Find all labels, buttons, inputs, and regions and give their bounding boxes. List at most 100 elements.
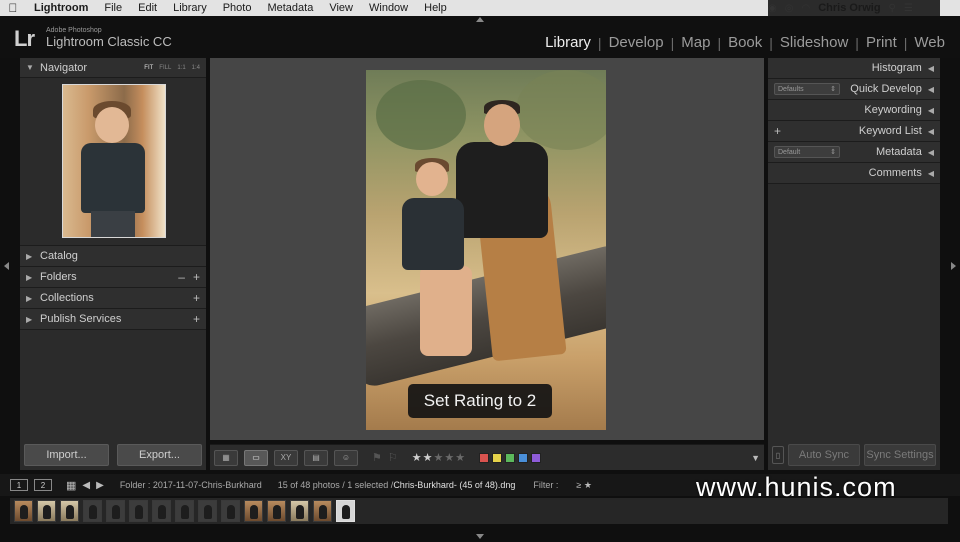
grid-icon[interactable]: ▦ [66, 479, 76, 492]
menu-metadata[interactable]: Metadata [259, 2, 321, 14]
color-labels [479, 452, 542, 463]
add-keyword-icon[interactable]: + [774, 124, 781, 138]
reject-flag-icon[interactable]: ⚐ [388, 451, 398, 464]
sync-settings-button[interactable]: Sync Settings [864, 444, 936, 466]
panel-folders[interactable]: ▶ Folders – + [20, 267, 206, 288]
filmstrip-thumb[interactable] [290, 500, 309, 522]
filmstrip-thumb[interactable] [14, 500, 33, 522]
forward-arrow-icon[interactable]: ▶ [96, 480, 104, 491]
label-purple[interactable] [531, 452, 542, 463]
panel-collections[interactable]: ▶ Collections + [20, 288, 206, 309]
add-collection-icon[interactable]: + [193, 291, 200, 305]
pick-flag-icon[interactable]: ⚑ [372, 451, 382, 464]
add-publish-service-icon[interactable]: + [193, 312, 200, 326]
panel-comments[interactable]: Comments ◀ [768, 163, 940, 184]
apple-menu-icon[interactable]:  [0, 1, 26, 15]
star-3[interactable]: ★ [434, 451, 444, 464]
menu-app[interactable]: Lightroom [26, 2, 96, 14]
filmstrip-thumb[interactable] [175, 500, 194, 522]
rating-filter[interactable]: ≥ ★ [576, 480, 592, 491]
filmstrip-thumb[interactable] [37, 500, 56, 522]
panel-quick-develop[interactable]: Defaults ⇕ Quick Develop ◀ [768, 79, 940, 100]
sync-icon[interactable]: ◎ [785, 3, 794, 14]
toolbar-content-dropdown-icon[interactable]: ▼ [751, 453, 760, 463]
filmstrip-thumb[interactable] [267, 500, 286, 522]
remove-folder-icon[interactable]: – [178, 270, 185, 284]
loupe-view-button[interactable]: ▭ [244, 449, 268, 466]
export-button[interactable]: Export... [117, 444, 202, 466]
label-blue[interactable] [518, 452, 529, 463]
label-green[interactable] [505, 452, 516, 463]
creative-cloud-icon[interactable]: ◉ [768, 3, 777, 14]
filmstrip-thumb[interactable] [152, 500, 171, 522]
zoom-fit[interactable]: FIT [144, 65, 153, 71]
filmstrip[interactable] [10, 498, 948, 524]
menu-help[interactable]: Help [416, 2, 455, 14]
collapse-right-arrow-icon[interactable] [951, 262, 956, 270]
import-button[interactable]: Import... [24, 444, 109, 466]
collapse-top-arrow-icon[interactable] [476, 17, 484, 22]
filmstrip-thumb[interactable] [221, 500, 240, 522]
panel-catalog[interactable]: ▶ Catalog [20, 246, 206, 267]
star-4[interactable]: ★ [444, 451, 454, 464]
panel-metadata[interactable]: Default ⇕ Metadata ◀ [768, 142, 940, 163]
panel-keywording[interactable]: Keywording ◀ [768, 100, 940, 121]
filmstrip-thumb[interactable] [129, 500, 148, 522]
main-photo[interactable] [366, 70, 606, 430]
secondary-screen-button[interactable]: 2 [34, 479, 52, 491]
auto-sync-button[interactable]: Auto Sync [788, 444, 860, 466]
zoom-fill[interactable]: FILL [159, 65, 171, 71]
menu-list-icon[interactable]: ☰ [904, 3, 913, 14]
filmstrip-thumb[interactable] [60, 500, 79, 522]
star-1[interactable]: ★ [412, 451, 422, 464]
module-book[interactable]: Book [721, 34, 769, 51]
menubar-user[interactable]: Chris Orwig [818, 2, 880, 14]
grid-view-button[interactable]: ▦ [214, 449, 238, 466]
collapsed-triangle-icon: ◀ [927, 63, 934, 73]
panel-keyword-list[interactable]: + Keyword List ◀ [768, 121, 940, 142]
module-map[interactable]: Map [674, 34, 717, 51]
module-print[interactable]: Print [859, 34, 904, 51]
loupe-view[interactable]: Set Rating to 2 [210, 58, 764, 440]
menu-window[interactable]: Window [361, 2, 416, 14]
zoom-1-1[interactable]: 1:1 [177, 65, 185, 71]
add-folder-icon[interactable]: + [193, 270, 200, 284]
menu-library[interactable]: Library [165, 2, 215, 14]
people-view-button[interactable]: ☺ [334, 449, 358, 466]
filmstrip-thumb[interactable] [313, 500, 332, 522]
filmstrip-source[interactable]: Folder : 2017-11-07-Chris-Burkhard [120, 480, 262, 490]
filmstrip-thumb[interactable] [244, 500, 263, 522]
metadata-preset-select[interactable]: Default ⇕ [774, 146, 840, 158]
label-yellow[interactable] [492, 452, 503, 463]
module-develop[interactable]: Develop [602, 34, 671, 51]
quick-develop-preset-select[interactable]: Defaults ⇕ [774, 83, 840, 95]
survey-view-button[interactable]: ▤ [304, 449, 328, 466]
collapse-bottom-arrow-icon[interactable] [476, 534, 484, 539]
navigator-preview[interactable] [20, 78, 206, 246]
wifi-icon[interactable]: ◠ [801, 3, 810, 14]
menu-edit[interactable]: Edit [130, 2, 165, 14]
filmstrip-thumb[interactable] [83, 500, 102, 522]
panel-publish-services[interactable]: ▶ Publish Services + [20, 309, 206, 330]
panel-histogram[interactable]: Histogram ◀ [768, 58, 940, 79]
compare-view-button[interactable]: XY [274, 449, 298, 466]
search-icon[interactable]: ⚲ [889, 3, 896, 14]
star-5[interactable]: ★ [455, 451, 465, 464]
module-slideshow[interactable]: Slideshow [773, 34, 855, 51]
menu-photo[interactable]: Photo [215, 2, 260, 14]
auto-sync-switch-icon[interactable]: ▯ [772, 446, 784, 464]
menu-file[interactable]: File [96, 2, 130, 14]
primary-screen-button[interactable]: 1 [10, 479, 28, 491]
filmstrip-thumb[interactable] [198, 500, 217, 522]
module-library[interactable]: Library [538, 34, 598, 51]
navigator-header[interactable]: ▼ Navigator FIT FILL 1:1 1:4 [20, 58, 206, 78]
star-2[interactable]: ★ [423, 451, 433, 464]
collapse-left-arrow-icon[interactable] [4, 262, 9, 270]
back-arrow-icon[interactable]: ◀ [82, 480, 90, 491]
module-web[interactable]: Web [907, 34, 952, 51]
menu-view[interactable]: View [321, 2, 361, 14]
filmstrip-thumb-selected[interactable] [336, 500, 355, 522]
zoom-1-4[interactable]: 1:4 [192, 65, 200, 71]
label-red[interactable] [479, 452, 490, 463]
filmstrip-thumb[interactable] [106, 500, 125, 522]
